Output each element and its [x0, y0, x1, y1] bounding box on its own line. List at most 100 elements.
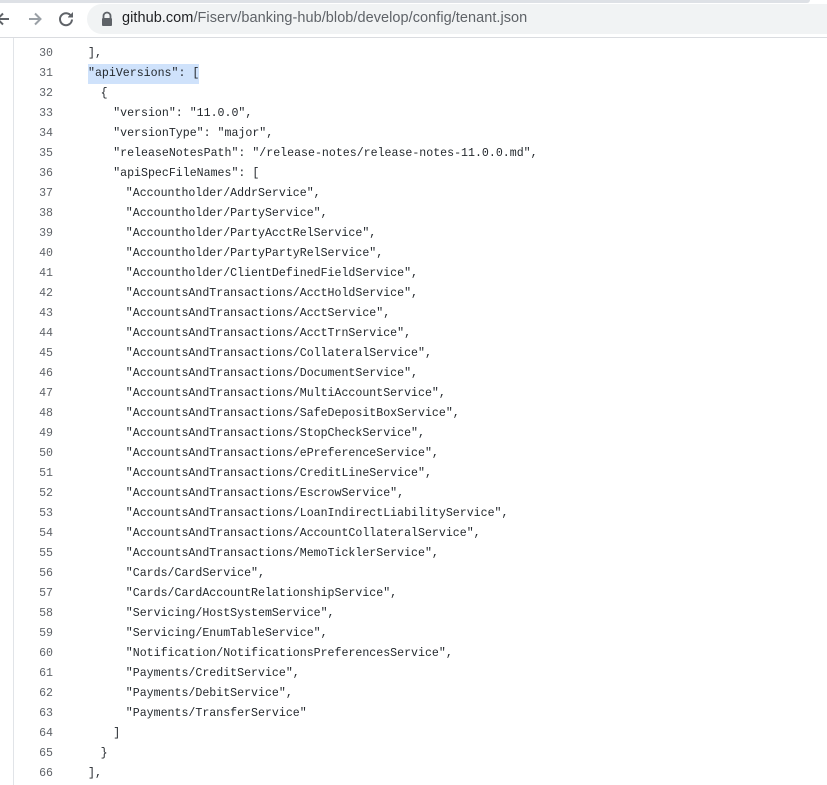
code-line: 33 "version": "11.0.0",	[0, 104, 827, 124]
line-number[interactable]: 41	[14, 264, 53, 284]
line-number[interactable]: 38	[14, 204, 53, 224]
lock-icon	[102, 11, 112, 26]
line-number[interactable]: 37	[14, 184, 53, 204]
code-text: "AccountsAndTransactions/LoanIndirectLia…	[125, 507, 509, 520]
line-number[interactable]: 34	[14, 124, 53, 144]
line-number[interactable]: 58	[14, 604, 53, 624]
line-number[interactable]: 51	[14, 464, 53, 484]
code-line: 36 "apiSpecFileNames": [	[0, 164, 827, 184]
line-number[interactable]: 60	[14, 644, 53, 664]
code-text: "AccountsAndTransactions/AcctHoldService…	[125, 287, 419, 300]
line-number[interactable]: 62	[14, 684, 53, 704]
code-line: 34 "versionType": "major",	[0, 124, 827, 144]
code-text: "AccountsAndTransactions/CreditLineServi…	[125, 467, 432, 480]
code-line: 52 "AccountsAndTransactions/EscrowService…	[0, 484, 827, 504]
line-number[interactable]: 61	[14, 664, 53, 684]
code-line: 38 "Accountholder/PartyService",	[0, 204, 827, 224]
code-text: "Cards/CardAccountRelationshipService",	[125, 587, 398, 600]
code-line: 65}	[0, 744, 827, 764]
code-text: "releaseNotesPath": "/release-notes/rele…	[113, 147, 538, 160]
code-text: "AccountsAndTransactions/EscrowService",	[125, 487, 405, 500]
address-bar[interactable]: github.com/Fiserv/banking-hub/blob/devel…	[87, 4, 827, 34]
line-number[interactable]: 55	[14, 544, 53, 564]
code-line: 37 "Accountholder/AddrService",	[0, 184, 827, 204]
line-number[interactable]: 30	[14, 44, 53, 64]
url-path: /Fiserv/banking-hub/blob/develop/config/…	[193, 10, 528, 26]
code-line: 51 "AccountsAndTransactions/CreditLineSer…	[0, 464, 827, 484]
code-line: 41 "Accountholder/ClientDefinedFieldServi…	[0, 264, 827, 284]
line-number[interactable]: 66	[14, 764, 53, 784]
line-number[interactable]: 40	[14, 244, 53, 264]
code-text: "AccountsAndTransactions/StopCheckServic…	[125, 427, 425, 440]
code-line: 59 "Servicing/EnumTableService",	[0, 624, 827, 644]
line-number[interactable]: 54	[14, 524, 53, 544]
code-text: "Accountholder/PartyService",	[125, 207, 328, 220]
line-number[interactable]: 65	[14, 744, 53, 764]
line-number[interactable]: 39	[14, 224, 53, 244]
code-text: "AccountsAndTransactions/MultiAccountSer…	[125, 387, 446, 400]
code-text: "Accountholder/AddrService",	[125, 187, 321, 200]
line-number[interactable]: 47	[14, 384, 53, 404]
highlighted-code-text: "apiVersions": [	[88, 64, 200, 84]
code-text: ],	[88, 767, 102, 780]
line-number[interactable]: 64	[14, 724, 53, 744]
url-host: github.com	[122, 10, 194, 26]
line-number[interactable]: 35	[14, 144, 53, 164]
code-text: "Accountholder/ClientDefinedFieldService…	[125, 267, 419, 280]
reload-button[interactable]	[55, 8, 77, 30]
line-number[interactable]: 48	[14, 404, 53, 424]
code-line: 45 "AccountsAndTransactions/CollateralSer…	[0, 344, 827, 364]
arrow-right-icon	[29, 12, 42, 26]
code-line: 32 {	[0, 84, 827, 104]
code-text: "Cards/CardService",	[125, 567, 265, 580]
code-text: ],	[88, 47, 102, 60]
code-text: "Notification/NotificationsPreferencesSe…	[125, 647, 453, 660]
line-number[interactable]: 44	[14, 324, 53, 344]
line-number[interactable]: 45	[14, 344, 53, 364]
code-text: "Accountholder/PartyPartyRelService",	[125, 247, 384, 260]
code-line: 53 "AccountsAndTransactions/LoanIndirectL…	[0, 504, 827, 524]
code-line: 63 "Payments/TransferService"	[0, 704, 827, 724]
code-line: 43 "AccountsAndTransactions/AcctService",	[0, 304, 827, 324]
line-number[interactable]: 46	[14, 364, 53, 384]
code-line: 35 "releaseNotesPath": "/release-notes/re…	[0, 144, 827, 164]
code-text: "Payments/CreditService",	[125, 667, 300, 680]
code-line: 47 "AccountsAndTransactions/MultiAccountS…	[0, 384, 827, 404]
back-button[interactable]	[0, 8, 14, 30]
line-number[interactable]: 32	[14, 84, 53, 104]
code-line: 56 "Cards/CardService",	[0, 564, 827, 584]
code-line: 50 "AccountsAndTransactions/ePreferenceSe…	[0, 444, 827, 464]
line-number[interactable]: 42	[14, 284, 53, 304]
arrow-left-icon	[0, 12, 9, 26]
code-line: 30],	[0, 44, 827, 64]
line-number[interactable]: 43	[14, 304, 53, 324]
line-number[interactable]: 57	[14, 584, 53, 604]
code-text: "AccountsAndTransactions/AcctService",	[125, 307, 391, 320]
line-number[interactable]: 36	[14, 164, 53, 184]
clipped-previous-line: '	[100, 38, 107, 41]
code-line: 57 "Cards/CardAccountRelationshipService"…	[0, 584, 827, 604]
code-text: "Payments/TransferService"	[125, 707, 307, 720]
line-number[interactable]: 56	[14, 564, 53, 584]
code-text: "AccountsAndTransactions/MemoTicklerServ…	[125, 547, 439, 560]
line-number[interactable]: 33	[14, 104, 53, 124]
code-line: 48 "AccountsAndTransactions/SafeDepositBo…	[0, 404, 827, 424]
code-text: "AccountsAndTransactions/DocumentService…	[125, 367, 419, 380]
code-text: "Accountholder/PartyAcctRelService",	[125, 227, 377, 240]
tab-strip-edge	[0, 0, 810, 3]
line-number[interactable]: 52	[14, 484, 53, 504]
code-line: 66],	[0, 764, 827, 784]
code-text: ]	[113, 727, 121, 740]
code-line: 55 "AccountsAndTransactions/MemoTicklerSe…	[0, 544, 827, 564]
line-number[interactable]: 59	[14, 624, 53, 644]
line-number[interactable]: 63	[14, 704, 53, 724]
code-text: "AccountsAndTransactions/SafeDepositBoxS…	[125, 407, 460, 420]
line-number[interactable]: 50	[14, 444, 53, 464]
code-line: 62 "Payments/DebitService",	[0, 684, 827, 704]
code-text: "apiSpecFileNames": [	[113, 167, 260, 180]
line-number[interactable]: 31	[14, 64, 53, 84]
line-number[interactable]: 53	[14, 504, 53, 524]
forward-button[interactable]	[24, 8, 46, 30]
line-number[interactable]: 49	[14, 424, 53, 444]
code-line: 60 "Notification/NotificationsPreferences…	[0, 644, 827, 664]
